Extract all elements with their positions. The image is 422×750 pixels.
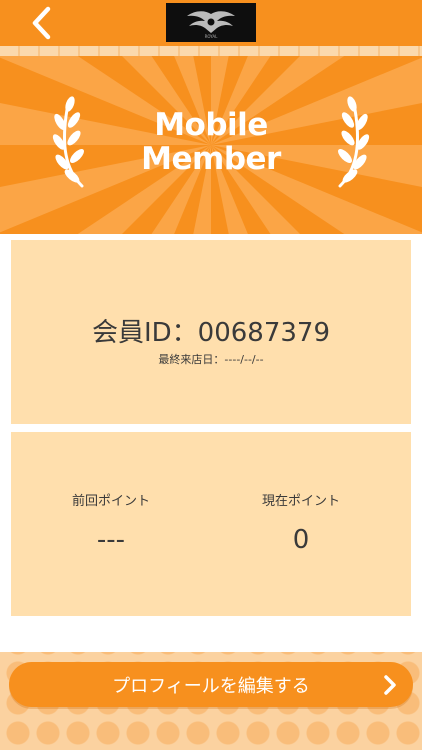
header-stripe [0,46,422,56]
logo-text: ROYAL [205,34,219,39]
banner-title-line1: Mobile [154,107,268,143]
chevron-right-icon [384,675,396,695]
edit-profile-button[interactable]: プロフィールを編集する [9,662,413,707]
back-button[interactable] [26,4,62,42]
previous-points: 前回ポイント --- [11,490,211,555]
points-card: 前回ポイント --- 現在ポイント 0 [11,432,411,616]
banner-title: Mobile Member [0,108,422,176]
current-points-value: 0 [292,525,310,555]
current-points: 現在ポイント 0 [201,490,401,555]
chevron-left-icon [32,6,51,40]
logo-emblem-icon: ROYAL [187,10,235,39]
current-points-label: 現在ポイント [261,494,340,509]
brand-logo: ROYAL [166,3,256,42]
previous-points-value: --- [96,525,126,555]
banner-title-line2: Member [141,141,281,177]
member-id: 会員ID：00687379 [91,318,331,348]
edit-profile-label: プロフィールを編集する [112,675,310,697]
app-header: ROYAL [0,0,422,46]
last-visit-date: 最終来店日：----/--/-- [158,353,264,366]
member-id-card: 会員ID：00687379 最終来店日：----/--/-- [11,240,411,424]
previous-points-label: 前回ポイント [71,494,150,509]
member-banner: Mobile Member [0,56,422,234]
